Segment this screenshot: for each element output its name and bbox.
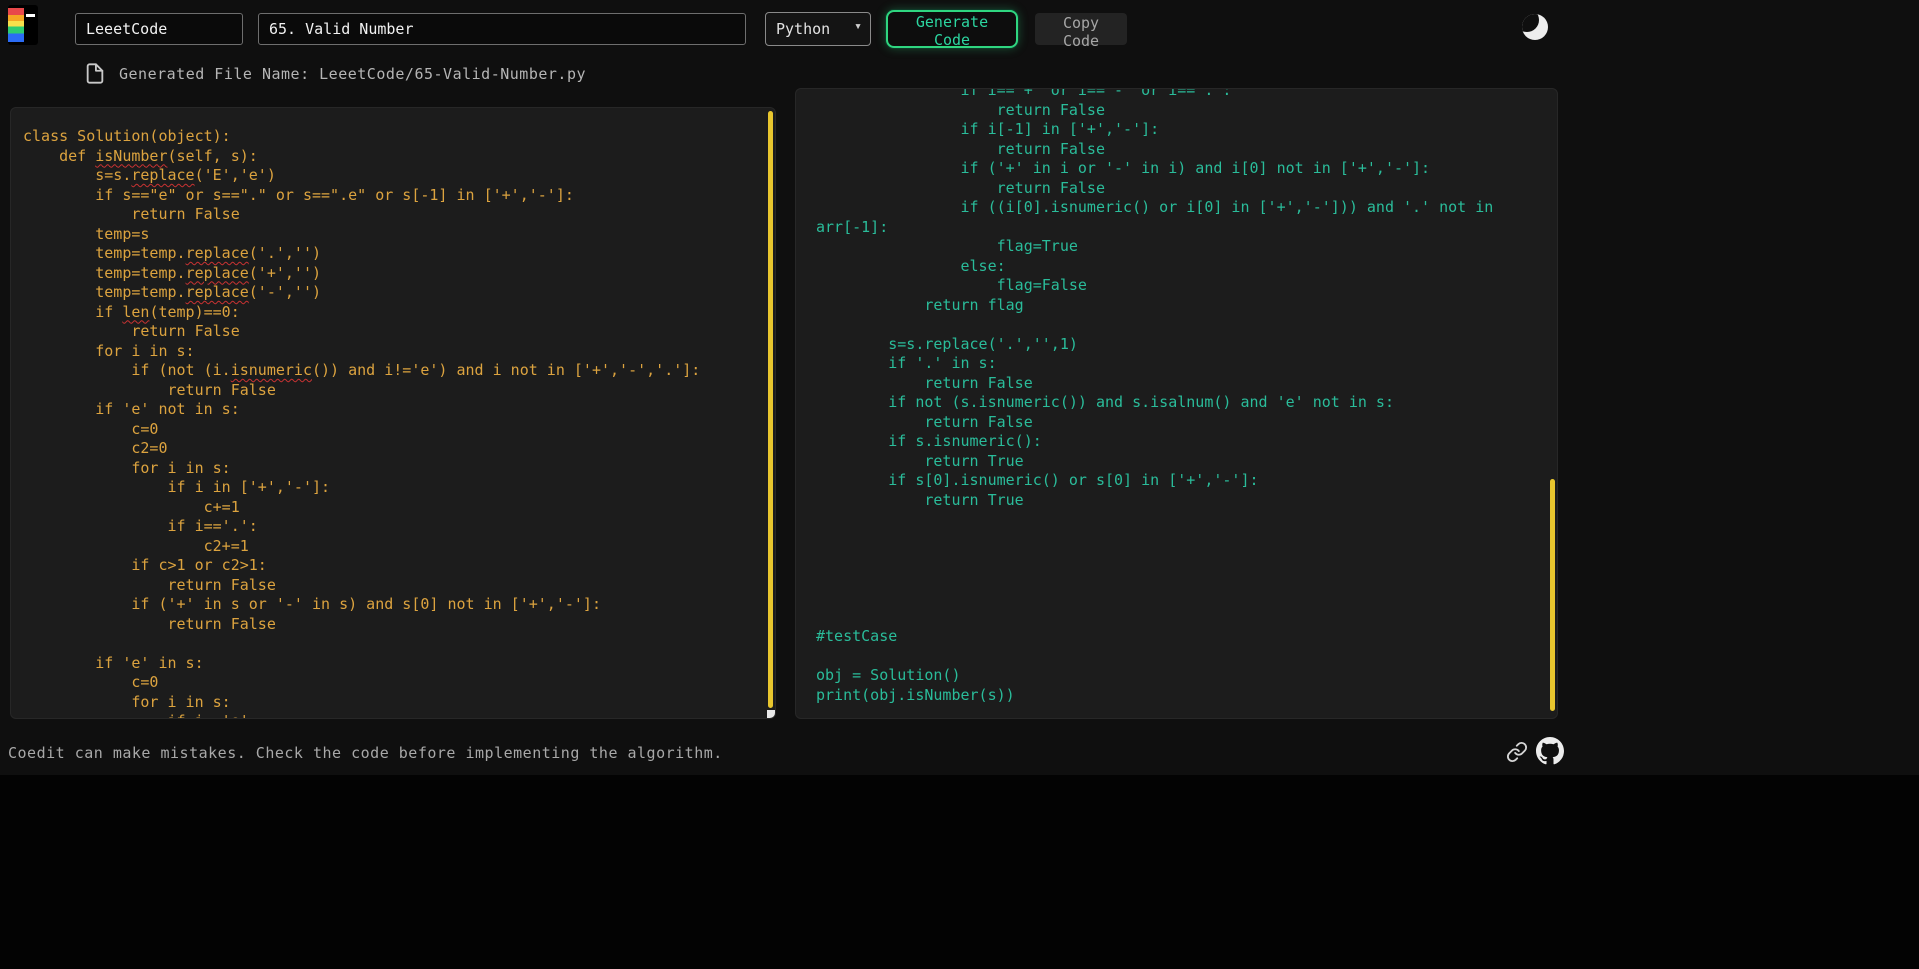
generate-code-button[interactable]: Generate Code bbox=[886, 10, 1018, 49]
language-select[interactable]: Python bbox=[765, 12, 871, 46]
app-root: Python Generate Code Copy Code Generated… bbox=[0, 0, 1919, 775]
app-logo bbox=[8, 5, 38, 45]
file-icon bbox=[86, 63, 104, 84]
link-button[interactable] bbox=[1506, 741, 1528, 767]
code-editor-panel: class Solution(object): def isNumber(sel… bbox=[10, 107, 776, 719]
file-name-row: Generated File Name: LeeetCode/65-Valid-… bbox=[84, 60, 586, 87]
repo-name-input[interactable] bbox=[75, 13, 243, 45]
logo-stripes-icon bbox=[8, 8, 24, 42]
output-scrollbar-thumb[interactable] bbox=[1550, 479, 1555, 711]
logo-dash-icon bbox=[26, 14, 35, 17]
github-icon bbox=[1536, 737, 1564, 765]
resize-handle[interactable] bbox=[767, 710, 775, 718]
link-icon bbox=[1506, 741, 1528, 763]
language-select-wrap: Python bbox=[765, 12, 871, 46]
disclaimer-text: Coedit can make mistakes. Check the code… bbox=[8, 744, 723, 762]
moon-icon bbox=[1522, 14, 1548, 40]
editor-scrollbar-thumb[interactable] bbox=[768, 111, 773, 708]
generated-file-name: Generated File Name: LeeetCode/65-Valid-… bbox=[119, 64, 587, 83]
problem-title-input[interactable] bbox=[258, 13, 746, 45]
editor-code[interactable]: class Solution(object): def isNumber(sel… bbox=[11, 108, 775, 718]
theme-toggle-button[interactable] bbox=[1520, 12, 1550, 42]
copy-code-button[interactable]: Copy Code bbox=[1035, 13, 1127, 50]
generated-code-panel[interactable]: if i=='+' or i=='-' or i=='.': return Fa… bbox=[795, 88, 1558, 719]
github-button[interactable] bbox=[1536, 737, 1564, 769]
output-code: if i=='+' or i=='-' or i=='.': return Fa… bbox=[816, 88, 1494, 704]
